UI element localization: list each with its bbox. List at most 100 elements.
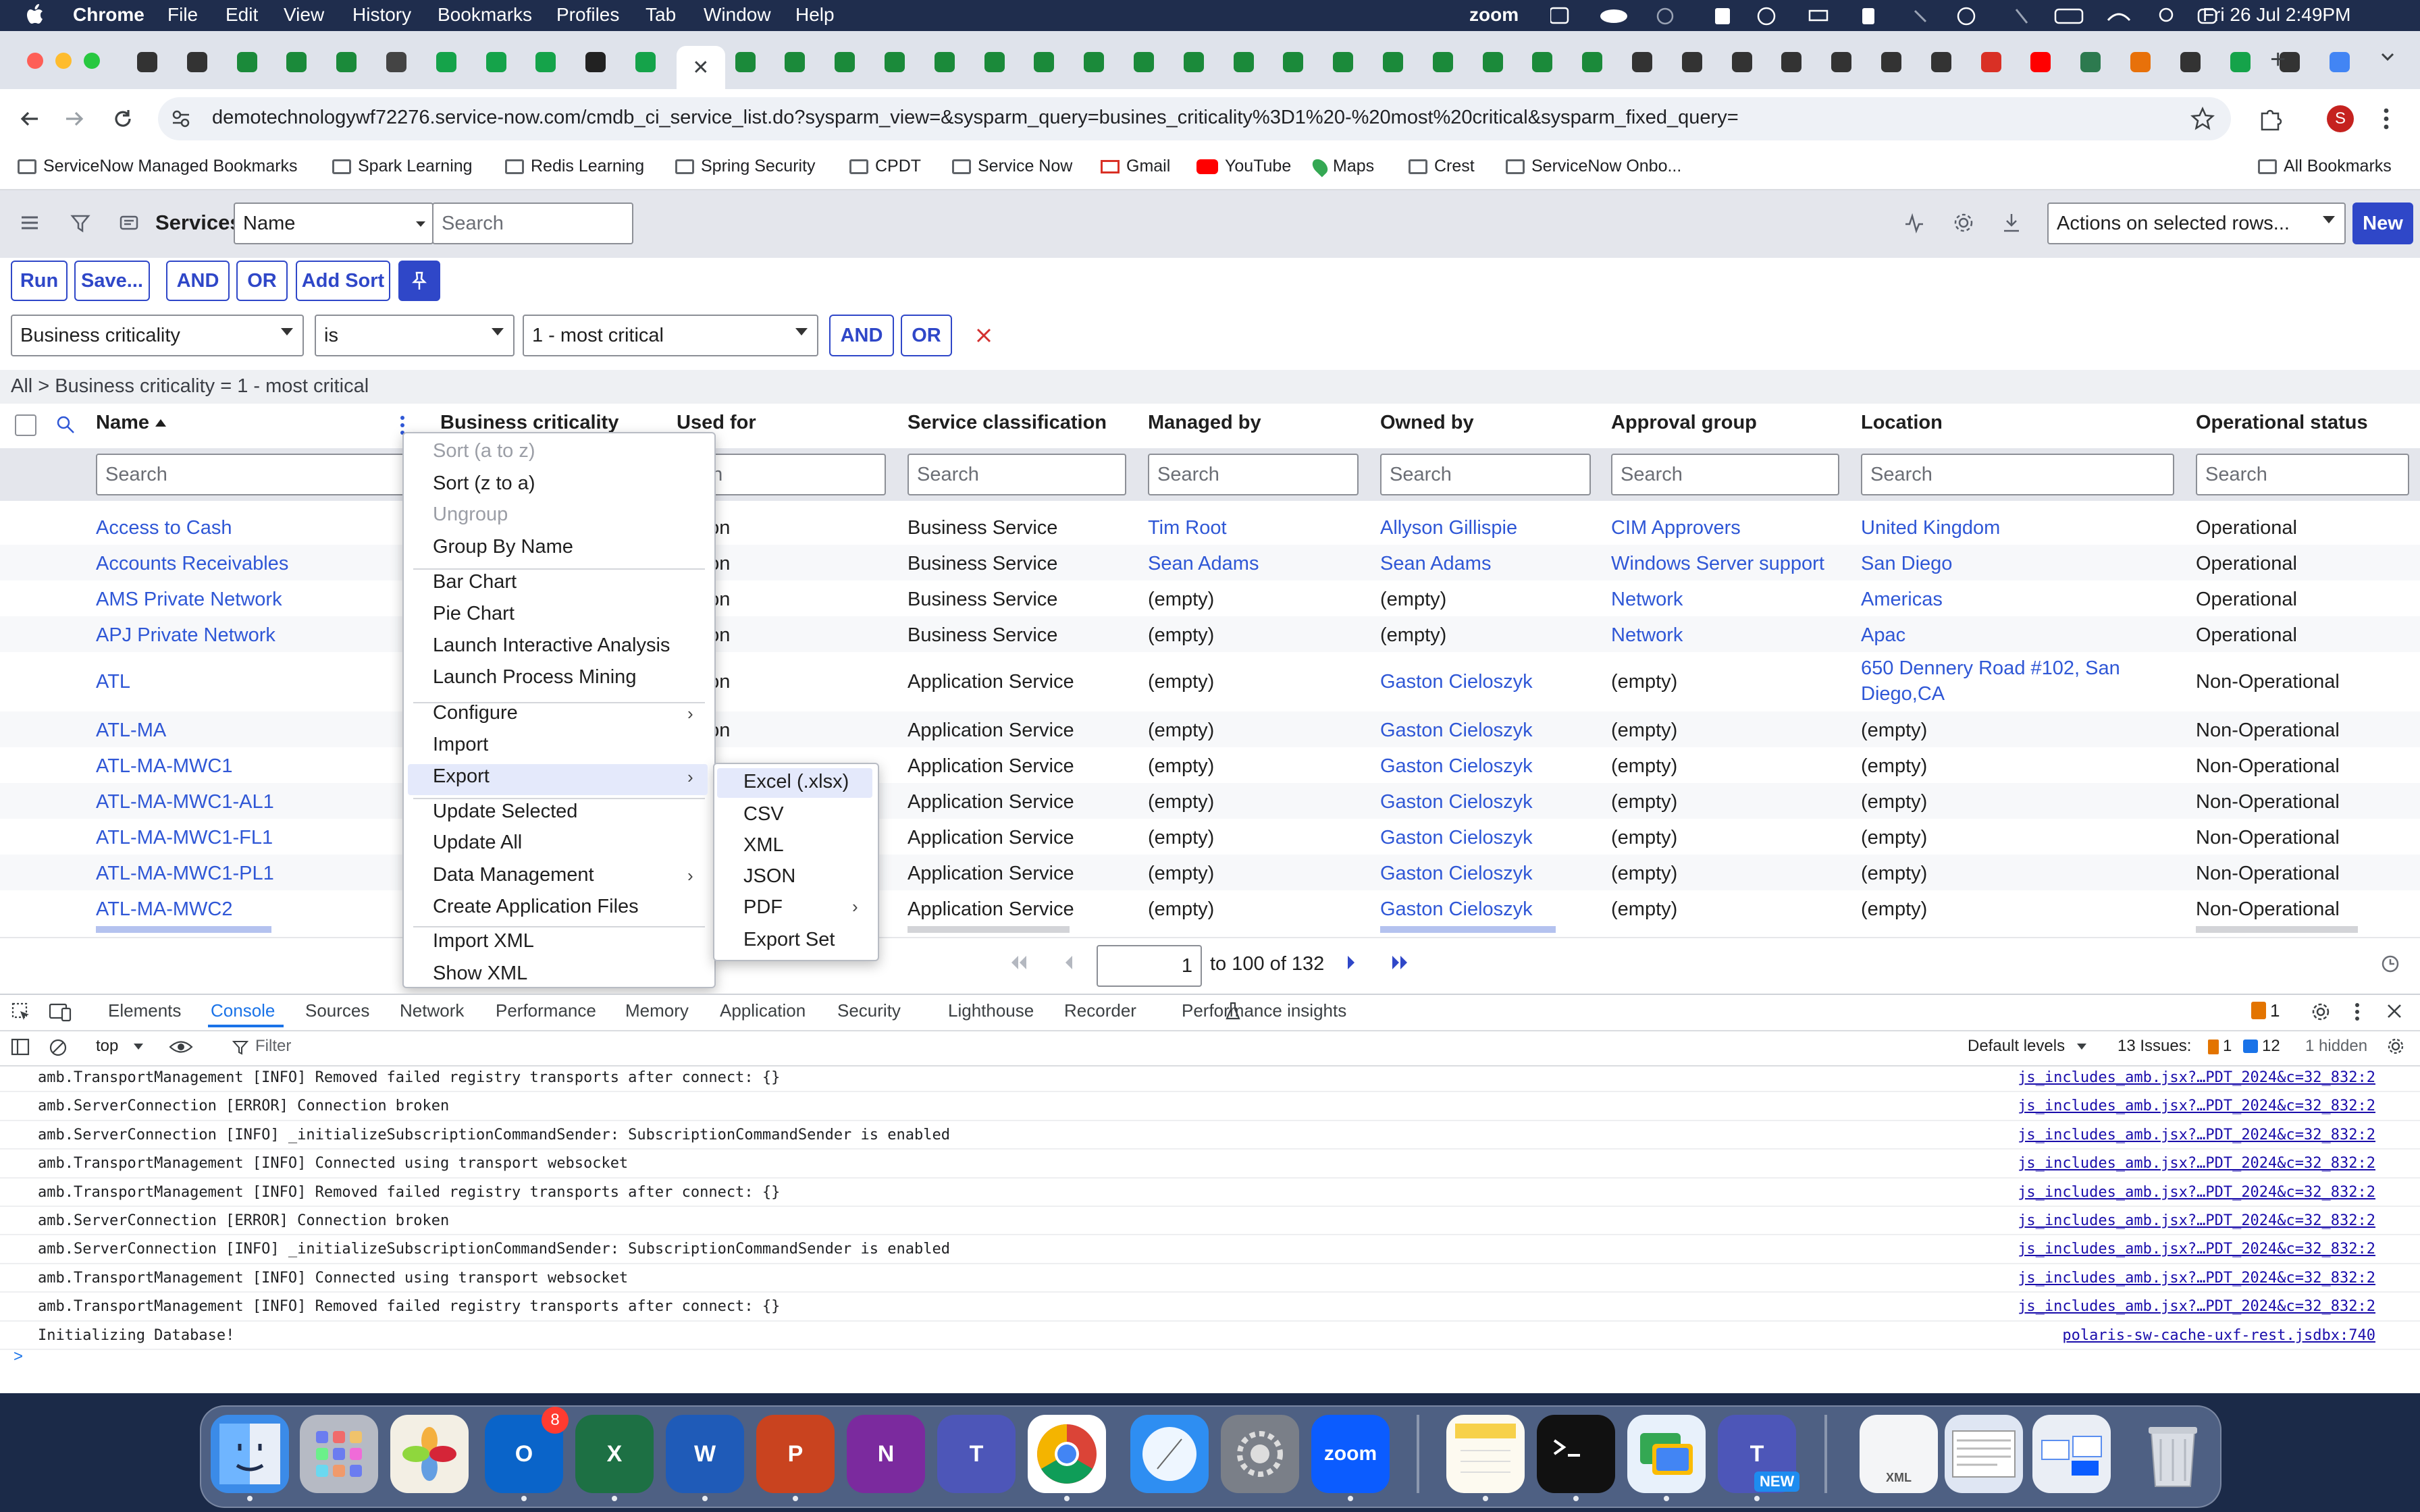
run-button[interactable]: Run [11, 261, 68, 301]
name-link[interactable]: ATL-MA-MWC1 [96, 755, 232, 778]
site-info-icon[interactable] [170, 108, 192, 130]
browser-tab[interactable] [976, 46, 1014, 78]
managed-by-cell[interactable]: Tim Root [1148, 517, 1227, 539]
last-page-icon[interactable] [1390, 954, 1410, 971]
browser-tab[interactable] [1673, 46, 1711, 78]
zoom-app-icon[interactable]: zoom [1311, 1415, 1390, 1493]
apple-icon[interactable] [27, 4, 45, 24]
condition-or-button[interactable]: OR [901, 315, 952, 356]
browser-tab[interactable] [527, 46, 564, 78]
recent-document-icon[interactable] [1945, 1415, 2023, 1493]
next-page-icon[interactable] [1345, 954, 1357, 971]
browser-tab[interactable] [1872, 46, 1910, 78]
condition-and-button[interactable]: AND [829, 315, 894, 356]
browser-tab[interactable] [1723, 46, 1761, 78]
console-source-link[interactable]: js_includes_amb.jsx?…PDT_2024&c=32_832:2 [2018, 1270, 2375, 1287]
column-header-operational-status[interactable]: Operational status [2196, 412, 2368, 434]
devtools-tab[interactable]: Recorder [1064, 1000, 1136, 1021]
export-option[interactable]: CSV [743, 803, 784, 826]
name-link[interactable]: ATL-MA-MWC1-PL1 [96, 863, 274, 885]
browser-tab[interactable] [2221, 46, 2259, 78]
bookmark-star-icon[interactable] [2190, 107, 2215, 131]
menu-profiles[interactable]: Profiles [556, 4, 619, 26]
teams-icon[interactable]: T [937, 1415, 1016, 1493]
name-link[interactable]: Access to Cash [96, 517, 232, 539]
browser-tab[interactable] [1424, 46, 1462, 78]
url-text[interactable]: demotechnologywf72276.service-now.com/cm… [212, 107, 1739, 129]
managed-by-column-search[interactable]: Search [1148, 454, 1359, 495]
owned-by-cell[interactable]: Allyson Gillispie [1380, 517, 1517, 539]
console-source-link[interactable]: js_includes_amb.jsx?…PDT_2024&c=32_832:2 [2018, 1127, 2375, 1143]
devtools-tab[interactable]: Network [400, 1000, 464, 1021]
browser-tab[interactable] [1274, 46, 1312, 78]
name-link[interactable]: APJ Private Network [96, 624, 275, 647]
actions-select[interactable]: Actions on selected rows... [2047, 202, 2346, 244]
hamburger-menu-icon[interactable] [20, 215, 39, 231]
browser-tab[interactable] [1125, 46, 1163, 78]
context-menu-item[interactable]: Data Management [433, 864, 594, 886]
browser-tab[interactable] [2072, 46, 2109, 78]
context-menu-item[interactable]: Show XML [433, 963, 527, 985]
name-link[interactable]: ATL-MA-MWC1-FL1 [96, 827, 273, 849]
location-cell[interactable]: Americas [1861, 589, 1943, 611]
location-cell[interactable]: 650 Dennery Road #102, San [1861, 657, 2120, 680]
name-link[interactable]: ATL-MA-MWC1-AL1 [96, 791, 274, 813]
browser-tab[interactable] [776, 46, 814, 78]
xml-file-icon[interactable]: XML [1860, 1415, 1938, 1493]
new-tab-icon[interactable]: + [2270, 45, 2286, 75]
eye-icon[interactable] [169, 1038, 193, 1056]
devtools-settings-icon[interactable] [2311, 1002, 2331, 1022]
console-source-link[interactable]: js_includes_amb.jsx?…PDT_2024&c=32_832:2 [2018, 1098, 2375, 1114]
location-cell[interactable]: United Kingdom [1861, 517, 2000, 539]
export-option[interactable]: XML [743, 834, 784, 857]
window-zoom-button[interactable] [84, 53, 100, 69]
console-source-link[interactable]: js_includes_amb.jsx?…PDT_2024&c=32_832:2 [2018, 1155, 2375, 1172]
screenshot-folder-icon[interactable] [2032, 1415, 2111, 1493]
context-menu-item[interactable]: Update Selected [433, 801, 577, 823]
location-cell[interactable]: San Diego [1861, 553, 1952, 575]
browser-tab[interactable] [1324, 46, 1362, 78]
owned-by-cell[interactable]: Gaston Cieloszyk [1380, 720, 1533, 742]
browser-tab[interactable] [876, 46, 914, 78]
console-settings-icon[interactable] [2386, 1037, 2405, 1056]
issues-label[interactable]: 13 Issues: [2118, 1037, 2191, 1056]
export-option[interactable]: PDF [743, 896, 783, 919]
browser-tab[interactable] [926, 46, 964, 78]
context-menu-item[interactable]: Export [433, 765, 490, 788]
browser-tab[interactable] [278, 46, 315, 78]
select-all-checkbox[interactable] [15, 414, 36, 436]
issues-info-count[interactable]: 12 [2262, 1037, 2280, 1056]
bookmark-gmail[interactable]: Gmail [1101, 157, 1170, 176]
previous-page-icon[interactable] [1063, 954, 1075, 971]
search-field-select[interactable]: Name [234, 202, 433, 244]
chevron-down-icon[interactable] [134, 1044, 143, 1050]
browser-tab[interactable] [1972, 46, 2010, 78]
bookmark-redis[interactable]: Redis Learning [505, 157, 644, 176]
devtools-tab[interactable]: Console [211, 1000, 275, 1021]
new-button[interactable]: New [2352, 202, 2413, 244]
column-header-used-for[interactable]: Used for [677, 412, 756, 434]
name-column-search[interactable]: Search [96, 454, 406, 495]
zoom-status-label[interactable]: zoom [1469, 4, 1519, 26]
warning-icon[interactable] [2251, 1002, 2266, 1019]
context-menu-icon[interactable] [119, 213, 139, 234]
condition-operator-select[interactable]: is [315, 315, 515, 356]
browser-tab[interactable] [327, 46, 365, 78]
profile-avatar[interactable]: S [2327, 105, 2354, 132]
browser-tab[interactable] [1922, 46, 1960, 78]
browser-tab[interactable] [1772, 46, 1810, 78]
bookmark-managed[interactable]: ServiceNow Managed Bookmarks [18, 157, 298, 176]
bookmark-maps[interactable]: Maps [1309, 155, 1374, 178]
menu-edit[interactable]: Edit [226, 4, 258, 26]
sidebar-toggle-icon[interactable] [11, 1038, 30, 1056]
sort-ascending-icon[interactable] [154, 417, 167, 428]
log-levels-dropdown[interactable]: Default levels [1968, 1037, 2065, 1056]
context-menu-item[interactable]: Launch Interactive Analysis [433, 634, 670, 657]
name-link[interactable]: ATL [96, 671, 130, 693]
context-menu-item[interactable]: Configure [433, 702, 518, 724]
add-sort-button[interactable]: Add Sort [296, 261, 390, 301]
browser-tab-active[interactable]: ✕ [676, 46, 725, 89]
onenote-icon[interactable]: N [847, 1415, 925, 1493]
approval-group-cell[interactable]: Windows Server support [1611, 553, 1824, 575]
chrome-menu-icon[interactable] [2382, 107, 2390, 131]
